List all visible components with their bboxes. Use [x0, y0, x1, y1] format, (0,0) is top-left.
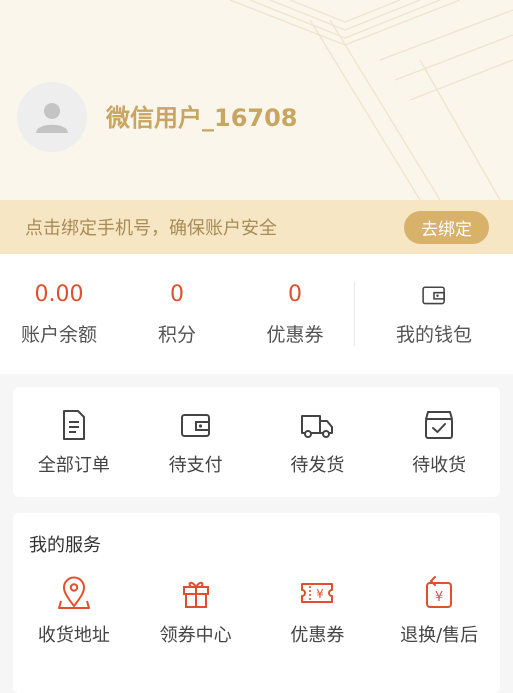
- coupons-value: 0: [288, 282, 302, 307]
- wallet-icon: [422, 286, 445, 305]
- order-pending-payment-label: 待支付: [168, 455, 223, 476]
- order-pending-payment[interactable]: 待支付: [135, 407, 257, 477]
- truck-icon: [301, 415, 334, 438]
- service-returns[interactable]: ¥ 退换/售后: [378, 575, 500, 647]
- points-label: 积分: [157, 324, 196, 346]
- order-all-label: 全部订单: [37, 455, 110, 476]
- points-value: 0: [170, 282, 184, 307]
- services-card: 我的服务 收货地址 领券中心 ¥ 优惠券 ¥ 退换/售后: [13, 513, 500, 693]
- my-wallet-button[interactable]: 我的钱包: [355, 281, 513, 347]
- balance-value: 0.00: [34, 282, 84, 307]
- wallet-icon: [180, 414, 210, 437]
- document-icon: [62, 410, 85, 440]
- order-pending-shipment-label: 待发货: [290, 455, 345, 476]
- location-icon: [57, 576, 90, 609]
- order-pending-receipt-label: 待收货: [412, 455, 467, 476]
- order-all[interactable]: 全部订单: [13, 407, 135, 477]
- service-returns-label: 退换/售后: [400, 625, 479, 646]
- order-pending-receipt[interactable]: 待收货: [378, 407, 500, 477]
- bind-phone-button[interactable]: 去绑定: [404, 210, 489, 244]
- service-address-label: 收货地址: [37, 625, 110, 646]
- coupons-label: 优惠券: [266, 324, 324, 346]
- stat-balance[interactable]: 0.00 账户余额: [0, 281, 118, 347]
- stat-coupons[interactable]: 0 优惠券: [236, 281, 354, 347]
- stat-points[interactable]: 0 积分: [118, 281, 236, 347]
- avatar[interactable]: [17, 82, 87, 152]
- order-pending-shipment[interactable]: 待发货: [257, 407, 379, 477]
- svg-text:¥: ¥: [317, 587, 325, 601]
- service-address[interactable]: 收货地址: [13, 575, 135, 647]
- bind-phone-text[interactable]: 点击绑定手机号，确保账户安全: [25, 214, 277, 240]
- balance-label: 账户余额: [20, 324, 97, 346]
- bind-phone-bar[interactable]: 点击绑定手机号，确保账户安全 去绑定: [0, 200, 513, 254]
- service-coupon-center-label: 领券中心: [159, 625, 232, 646]
- services-title: 我的服务: [29, 535, 101, 556]
- orders-card: 全部订单 待支付 待发货 待收货: [13, 387, 500, 497]
- gift-icon: [182, 581, 209, 608]
- my-wallet-label: 我的钱包: [395, 324, 472, 346]
- services-row: 收货地址 领券中心 ¥ 优惠券 ¥ 退换/售后: [13, 575, 500, 647]
- service-coupons[interactable]: ¥ 优惠券: [257, 575, 379, 647]
- svg-text:¥: ¥: [435, 590, 443, 605]
- refund-icon: ¥: [426, 576, 453, 608]
- profile-header: 微信用户_16708: [0, 0, 513, 200]
- service-coupon-center[interactable]: 领券中心: [135, 575, 257, 647]
- account-stats: 0.00 账户余额 0 积分 0 优惠券 我的钱包: [0, 254, 513, 374]
- default-avatar-icon: [36, 103, 68, 133]
- box-check-icon: [425, 411, 454, 439]
- service-coupons-label: 优惠券: [290, 625, 345, 646]
- coupon-icon: ¥: [301, 583, 334, 603]
- username[interactable]: 微信用户_16708: [106, 98, 298, 133]
